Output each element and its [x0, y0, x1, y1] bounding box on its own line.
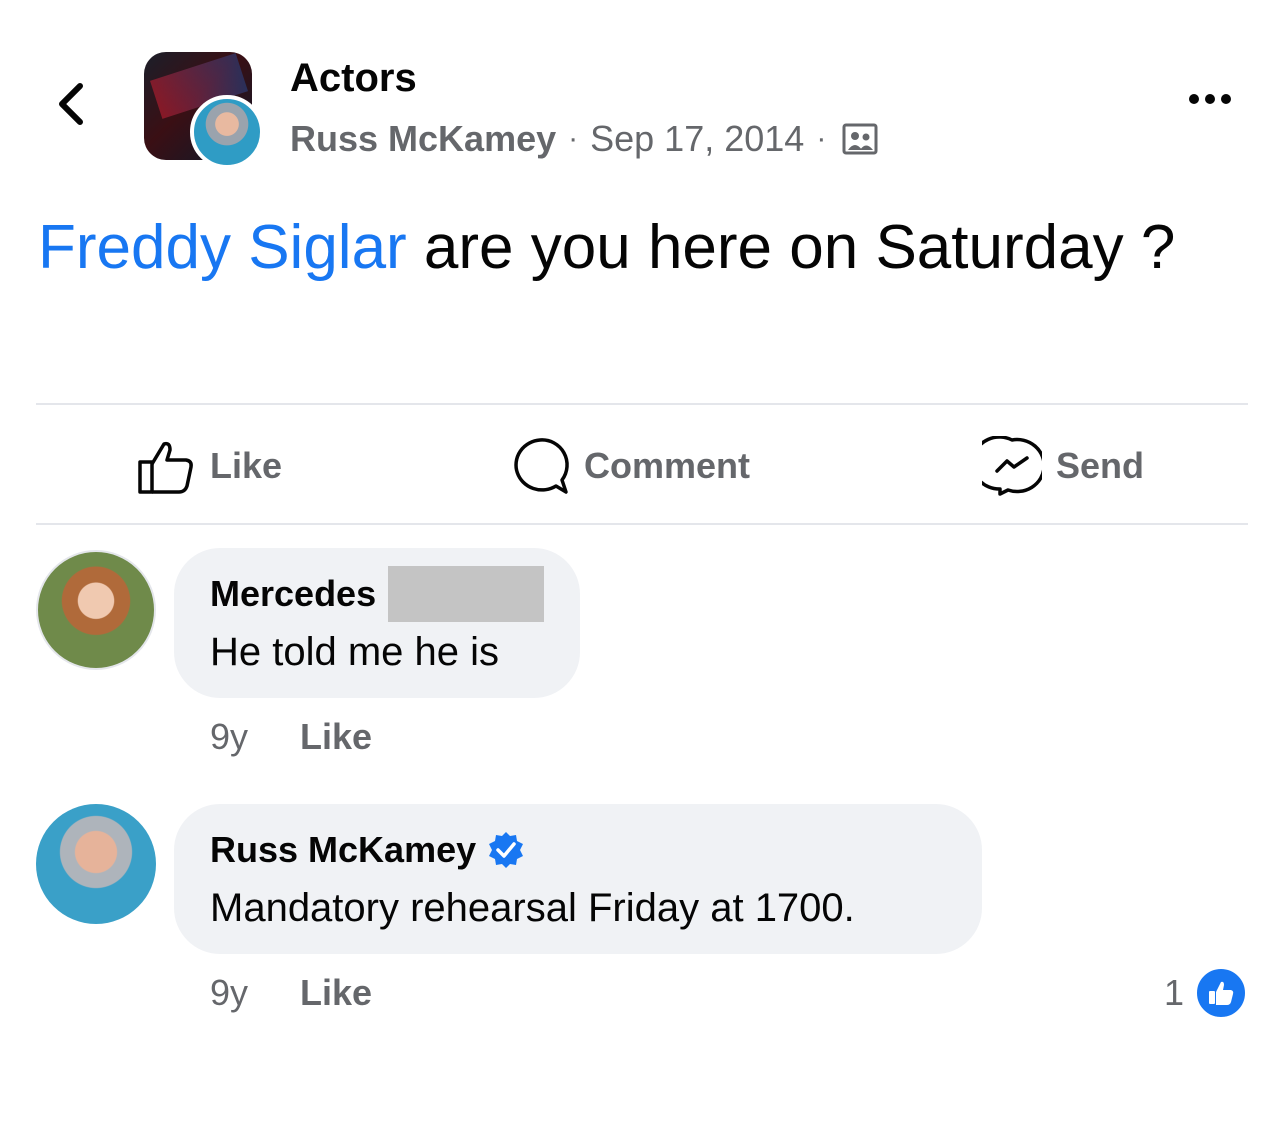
comment-age: 9y [210, 972, 249, 1013]
post-body-text: are you here on Saturday ? [406, 213, 1176, 282]
divider [36, 523, 1248, 525]
comment-meta: 9y Like [210, 716, 372, 758]
comment-author-name: Russ McKamey [210, 829, 477, 870]
comment-text: Mandatory rehearsal Friday at 1700. [210, 886, 855, 930]
post-screen: Actors Russ McKamey · Sep 17, 2014 · Fre… [0, 0, 1284, 1126]
post-meta: Russ McKamey · Sep 17, 2014 · [290, 118, 878, 160]
comment-author[interactable]: Mercedes [210, 566, 544, 622]
reaction-summary[interactable]: 1 [1164, 966, 1249, 1020]
mention-link[interactable]: Freddy Siglar [38, 213, 407, 282]
more-options-button[interactable] [1180, 84, 1240, 114]
send-label: Send [1056, 445, 1145, 486]
meta-separator: · [568, 122, 579, 155]
thumbs-up-icon [138, 441, 193, 494]
like-reaction-icon [1194, 966, 1249, 1020]
send-button[interactable]: Send [982, 436, 1144, 496]
comment-author-name: Mercedes [210, 573, 377, 614]
redacted-surname [388, 566, 544, 622]
verified-badge-icon [489, 832, 524, 868]
comment-bubble: Mercedes He told me he is [174, 548, 580, 698]
comment-age: 9y [210, 716, 249, 757]
post-date[interactable]: Sep 17, 2014 [590, 118, 804, 160]
messenger-icon [982, 436, 1042, 496]
like-button[interactable]: Like [136, 436, 282, 496]
divider [36, 403, 1248, 405]
comment-meta: 9y Like [210, 972, 372, 1014]
chevron-left-icon [59, 83, 83, 125]
comment-like-button[interactable]: Like [300, 716, 372, 758]
more-dot [1205, 94, 1215, 104]
more-dot [1189, 94, 1199, 104]
group-members-icon [842, 121, 878, 157]
meta-separator: · [816, 122, 827, 155]
comment-like-button[interactable]: Like [300, 972, 372, 1014]
reaction-count: 1 [1164, 972, 1185, 1013]
comment-button[interactable]: Comment [510, 436, 750, 496]
commenter-avatar[interactable] [36, 804, 156, 924]
like-label: Like [210, 445, 283, 486]
comment-icon [514, 438, 569, 494]
commenter-avatar[interactable] [36, 550, 156, 670]
comment-bubble: Russ McKamey Mandatory rehearsal Friday … [174, 804, 982, 954]
group-name[interactable]: Actors [290, 56, 417, 101]
post-author[interactable]: Russ McKamey [290, 118, 556, 160]
more-dot [1221, 94, 1231, 104]
comment-author[interactable]: Russ McKamey [210, 824, 946, 876]
comment-text: He told me he is [210, 630, 500, 674]
author-avatar[interactable] [190, 95, 264, 169]
back-button[interactable] [48, 76, 92, 132]
post-text: Freddy Siglar are you here on Saturday ? [38, 206, 1238, 290]
comment-label: Comment [584, 445, 751, 486]
